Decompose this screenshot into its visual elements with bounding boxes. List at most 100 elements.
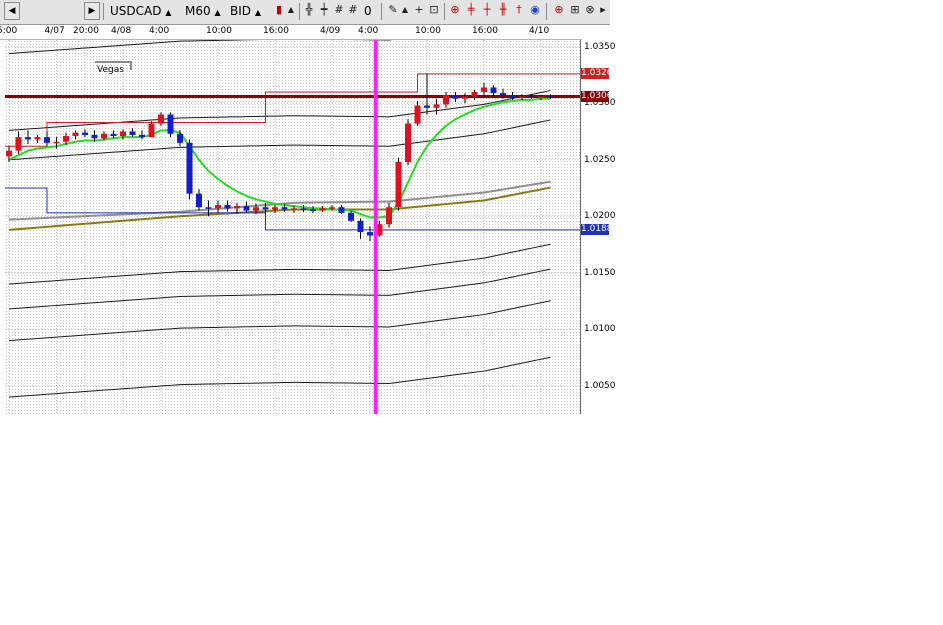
candle-body bbox=[158, 114, 164, 124]
dropdown-arrow-icon: ▲ bbox=[214, 8, 221, 17]
price-tick-label: 1.0100 bbox=[584, 324, 616, 335]
channel-line-7 bbox=[8, 356, 551, 398]
candle-body bbox=[329, 207, 335, 209]
candle-body bbox=[53, 141, 60, 144]
candle-body bbox=[319, 208, 326, 211]
candle-body bbox=[300, 208, 307, 210]
upper-level-badge: 1.0326 bbox=[581, 68, 613, 80]
channel-line-6 bbox=[8, 300, 551, 342]
time-tick-label: 4:00 bbox=[358, 26, 379, 36]
candle-body bbox=[224, 204, 231, 209]
candle-body bbox=[91, 134, 98, 139]
candle-body bbox=[234, 206, 240, 209]
time-tick-label: 4/08 bbox=[111, 26, 132, 36]
time-tick-label: 16:00 bbox=[263, 26, 289, 36]
candle-body bbox=[15, 137, 22, 151]
candle-body bbox=[386, 207, 392, 225]
candle-body bbox=[291, 208, 297, 210]
candle-body bbox=[34, 137, 41, 140]
plot-area[interactable]: Vegas bbox=[5, 40, 580, 414]
price-tick-label: 1.0250 bbox=[584, 154, 616, 165]
link-icon[interactable]: ⊗ bbox=[583, 3, 597, 17]
candle-body bbox=[82, 132, 88, 135]
timeframe-selector[interactable]: M60 ▲ bbox=[185, 3, 221, 19]
candle-body bbox=[547, 96, 554, 98]
time-axis: 5:00 4/07 20:00 4/08 4:00 10:00 16:00 4/09 4:00 1… bbox=[0, 25, 582, 40]
candle-body bbox=[101, 133, 107, 139]
chart-canvas: Vegas bbox=[5, 40, 580, 414]
price-tick-label: 1.0200 bbox=[584, 211, 616, 222]
toolbar-separator bbox=[299, 3, 300, 20]
toolbar-separator bbox=[546, 3, 547, 20]
resistance-step-line bbox=[5, 73, 580, 147]
candle-body bbox=[253, 207, 259, 211]
candle-body bbox=[424, 105, 430, 108]
level-plus-icon[interactable]: ╪ bbox=[464, 3, 478, 17]
candle-body bbox=[215, 204, 221, 209]
candle-body bbox=[433, 104, 440, 108]
chart-window: ◀ ▶ USDCAD ▲ M60 ▲ BID ▲ ▮ ▲ ╬ ┿ # # 0 ✎… bbox=[0, 0, 616, 420]
crosshair-icon[interactable]: ╬ bbox=[302, 3, 316, 17]
time-tick-label: 4/09 bbox=[320, 26, 341, 36]
scroll-right-button[interactable]: ▶ bbox=[84, 2, 100, 20]
time-tick-label: 4/10 bbox=[529, 26, 550, 36]
zoom-box-icon[interactable]: ⊡ bbox=[427, 3, 441, 17]
alert-icon[interactable]: ⊕ bbox=[552, 3, 566, 17]
target-icon[interactable]: ⊕ bbox=[448, 3, 462, 17]
ema-green-line bbox=[8, 97, 551, 219]
candle-body bbox=[348, 212, 354, 221]
annotation-label: Vegas bbox=[97, 65, 124, 75]
chart-settings-icon[interactable]: ⊞ bbox=[568, 3, 582, 17]
candle-body bbox=[462, 96, 468, 99]
candle-body bbox=[443, 95, 449, 105]
time-tick-label: 4/07 bbox=[44, 26, 65, 36]
candle-body bbox=[405, 123, 411, 163]
candle-body bbox=[310, 209, 316, 211]
price-axis: 1.0350 1.0300 1.0250 1.0200 1.0150 1.0100 1.00… bbox=[580, 40, 616, 414]
candle-body bbox=[395, 162, 402, 208]
time-tick-label: 16:00 bbox=[472, 26, 498, 36]
lower-level-badge: 1.0188 bbox=[581, 224, 613, 236]
toolbar-separator bbox=[381, 3, 382, 20]
price-type-selector[interactable]: BID ▲ bbox=[230, 3, 261, 19]
zoom-in-icon[interactable]: + bbox=[412, 3, 426, 17]
candle-body bbox=[6, 150, 12, 157]
channel-line-1 bbox=[8, 40, 393, 55]
more-icon[interactable]: ▸ bbox=[596, 3, 610, 17]
price-tick-label: 1.0350 bbox=[584, 41, 616, 52]
grid-icon[interactable]: # bbox=[332, 3, 346, 17]
candle-body bbox=[414, 105, 421, 124]
candle-body bbox=[186, 142, 193, 194]
candle-body bbox=[139, 134, 145, 138]
candle-body bbox=[452, 95, 459, 99]
channel-line-5 bbox=[8, 268, 551, 310]
globe-icon[interactable]: ◉ bbox=[528, 3, 542, 17]
candle-body bbox=[528, 96, 535, 98]
dropdown-arrow-icon[interactable]: ▲ bbox=[284, 3, 298, 17]
candle-body bbox=[338, 207, 345, 213]
cross-cursor-icon[interactable]: ┿ bbox=[317, 3, 331, 17]
dropdown-arrow-icon: ▲ bbox=[165, 8, 172, 17]
level-tick-icon[interactable]: † bbox=[512, 3, 526, 17]
candle-body bbox=[129, 131, 136, 135]
candle-body bbox=[196, 193, 202, 208]
scroll-left-button[interactable]: ◀ bbox=[4, 2, 20, 20]
candle-body bbox=[538, 96, 544, 98]
level-cross-icon[interactable]: ┼ bbox=[480, 3, 494, 17]
candle-body bbox=[471, 91, 478, 97]
candle-body bbox=[63, 136, 69, 142]
ema-gray-line bbox=[8, 180, 551, 221]
price-tick-label: 1.0150 bbox=[584, 267, 616, 278]
hash-icon[interactable]: # bbox=[346, 3, 360, 17]
symbol-selector[interactable]: USDCAD ▲ bbox=[110, 3, 171, 19]
channel-line-4 bbox=[8, 243, 551, 285]
candle-body bbox=[120, 131, 126, 137]
toolbar: ◀ ▶ USDCAD ▲ M60 ▲ BID ▲ ▮ ▲ ╬ ┿ # # 0 ✎… bbox=[0, 0, 610, 25]
time-tick-label: 10:00 bbox=[206, 26, 232, 36]
level-marker-icon[interactable]: ╫ bbox=[496, 3, 510, 17]
candle-body bbox=[72, 132, 79, 137]
time-tick-label: 20:00 bbox=[73, 26, 99, 36]
dropdown-arrow-icon[interactable]: ▲ bbox=[398, 3, 412, 17]
candle-body bbox=[205, 207, 212, 209]
candle-body bbox=[519, 96, 525, 98]
